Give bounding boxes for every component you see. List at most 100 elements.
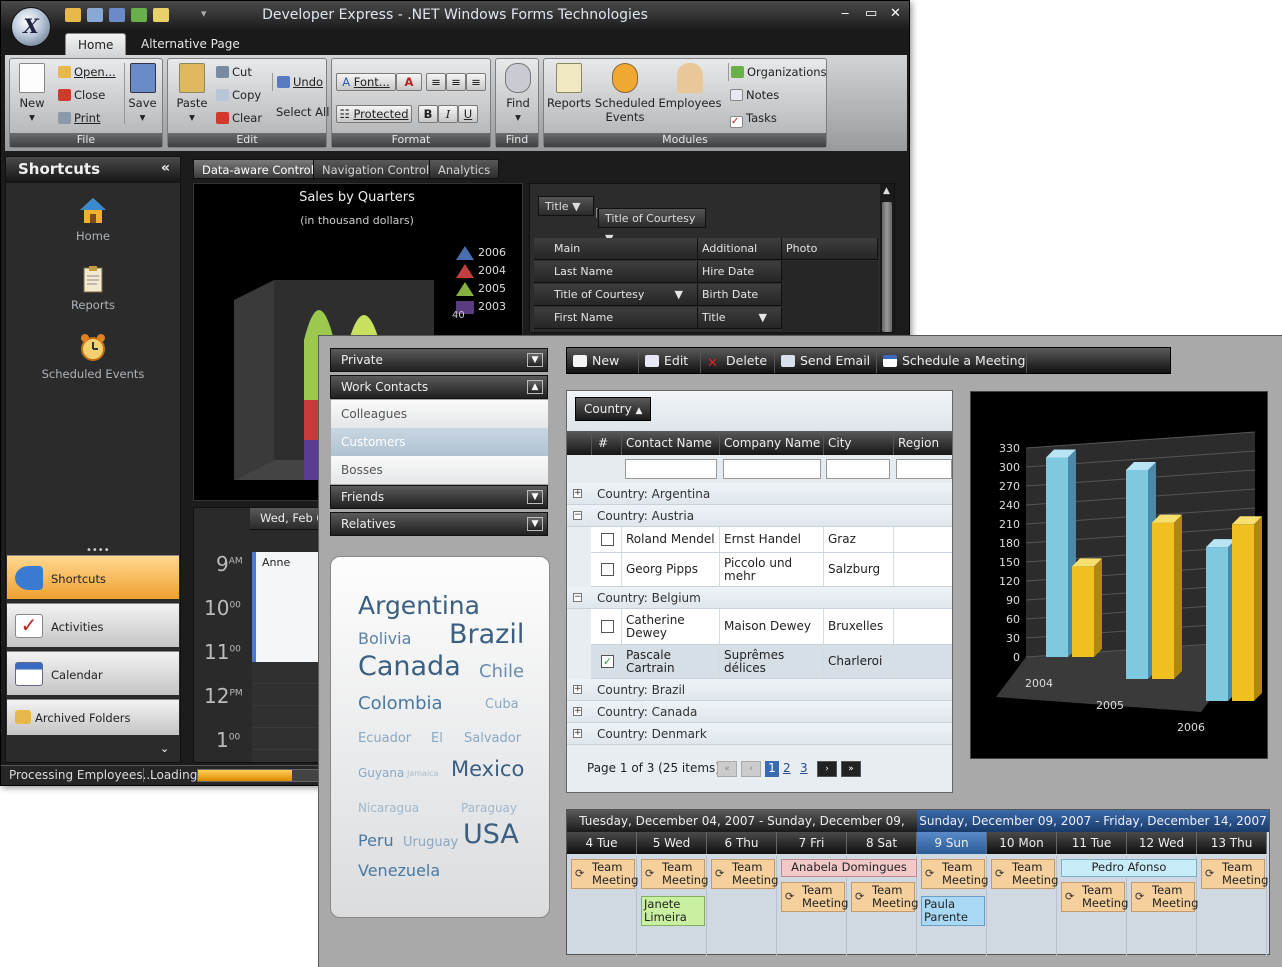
copy-button[interactable]: Copy: [216, 86, 261, 104]
paste-button[interactable]: Paste ▾: [172, 63, 212, 124]
item-customers[interactable]: Customers: [331, 428, 548, 456]
day-header-5[interactable]: 9 Sun: [917, 832, 987, 854]
field-hire-date[interactable]: Hire Date: [698, 261, 782, 283]
day-header-7[interactable]: 11 Tue: [1057, 832, 1127, 854]
day-header-3[interactable]: 7 Fri: [777, 832, 847, 854]
italic-button[interactable]: I: [438, 105, 458, 123]
scrollbar-thumb[interactable]: [882, 202, 892, 332]
clear-button[interactable]: Clear: [216, 109, 262, 127]
field-last-name[interactable]: Last Name: [534, 261, 698, 283]
collapse-icon[interactable]: −: [573, 593, 582, 602]
day-header-1[interactable]: 5 Wed: [637, 832, 707, 854]
data-row[interactable]: Roland Mendel Ernst Handel Graz: [591, 527, 952, 553]
underline-button[interactable]: U: [458, 105, 478, 123]
appointment-team-meeting[interactable]: ⟳ Team Meeting: [571, 859, 638, 889]
align-left-icon[interactable]: ≡: [426, 73, 446, 91]
undo-button[interactable]: Undo: [272, 73, 323, 91]
filter-company-name[interactable]: [723, 459, 821, 479]
chevron-up-icon[interactable]: ▲: [527, 380, 543, 394]
tag-canada[interactable]: Canada: [358, 651, 461, 682]
group-row-canada[interactable]: + Country: Canada: [567, 701, 952, 723]
new-button[interactable]: New ▾: [14, 63, 50, 124]
day-header-9[interactable]: 13 Thu: [1197, 832, 1267, 854]
nav-group-shortcuts[interactable]: Shortcuts: [7, 555, 179, 599]
appointment-team-meeting[interactable]: ⟳ Team Meeting: [1201, 859, 1268, 889]
data-row-selected[interactable]: ✓ Pascale Cartrain Suprêmes délices Char…: [591, 645, 952, 679]
appointment-team-meeting[interactable]: ⟳ Team Meeting: [1061, 882, 1128, 912]
chevron-down-icon[interactable]: ▼: [527, 490, 543, 504]
maximize-icon[interactable]: ▭: [865, 6, 877, 21]
title-filter-button[interactable]: Title ▼: [538, 196, 594, 216]
column-city[interactable]: City: [823, 431, 893, 455]
page-1[interactable]: 1: [765, 761, 779, 777]
appointment-team-meeting[interactable]: ⟳ Team Meeting: [781, 882, 848, 912]
expand-icon[interactable]: +: [573, 685, 582, 694]
nav-item-reports[interactable]: Reports: [6, 264, 180, 312]
prev-page-icon[interactable]: ‹: [741, 761, 761, 777]
last-page-icon[interactable]: »: [841, 761, 861, 777]
tab-home[interactable]: Home: [65, 33, 127, 55]
field-title-of-courtesy[interactable]: Title of Courtesy ▼: [534, 284, 698, 306]
tag-nicaragua[interactable]: Nicaragua: [358, 801, 419, 815]
chevron-down-icon[interactable]: ▼: [527, 517, 543, 531]
tab-alternative-page[interactable]: Alternative Page: [129, 33, 252, 55]
appointment-anne[interactable]: Anne: [252, 552, 322, 662]
scheduled-events-button[interactable]: Scheduled Events: [594, 63, 656, 124]
filter-city[interactable]: [826, 459, 890, 479]
nav-group-activities[interactable]: ✓ Activities: [7, 603, 179, 647]
row-checkbox-checked[interactable]: ✓: [601, 655, 614, 668]
group-row-denmark[interactable]: + Country: Denmark: [567, 723, 952, 745]
expand-icon[interactable]: +: [573, 707, 582, 716]
page-2[interactable]: 2: [783, 761, 791, 777]
day-header-8[interactable]: 12 Wed: [1127, 832, 1197, 854]
day-header-2[interactable]: 6 Thu: [707, 832, 777, 854]
group-friends[interactable]: Friends ▼: [330, 485, 548, 509]
minimize-icon[interactable]: ‒: [841, 6, 849, 21]
group-work-contacts[interactable]: Work Contacts ▲: [330, 375, 548, 399]
column-company-name[interactable]: Company Name: [719, 431, 823, 455]
appointment-team-meeting[interactable]: ⟳ Team Meeting: [991, 859, 1058, 889]
row-checkbox[interactable]: [601, 563, 614, 576]
item-bosses[interactable]: Bosses: [331, 456, 548, 484]
cut-button[interactable]: Cut: [216, 63, 252, 81]
delete-button[interactable]: ✕ Delete: [701, 348, 775, 373]
tag-usa[interactable]: USA: [463, 819, 519, 850]
send-email-button[interactable]: Send Email: [775, 348, 877, 373]
tag-guyana[interactable]: Guyana: [358, 766, 404, 780]
tag-paraguay[interactable]: Paraguay: [461, 801, 517, 815]
collapse-icon[interactable]: −: [573, 511, 582, 520]
tag-el[interactable]: El: [431, 731, 443, 746]
group-row-austria[interactable]: − Country: Austria: [567, 505, 952, 527]
tag-jamaica[interactable]: Jamaica: [407, 769, 438, 778]
data-row[interactable]: Georg Pipps Piccolo und mehr Salzburg: [591, 553, 952, 587]
data-row[interactable]: Catherine Dewey Maison Dewey Bruxelles: [591, 609, 952, 645]
group-row-belgium[interactable]: − Country: Belgium: [567, 587, 952, 609]
appointment-pedro-afonso[interactable]: Pedro Afonso: [1061, 859, 1197, 877]
reports-button[interactable]: Reports: [546, 63, 592, 110]
align-right-icon[interactable]: ≡: [466, 73, 486, 91]
close-button[interactable]: Close: [58, 86, 105, 104]
tag-cuba[interactable]: Cuba: [485, 697, 519, 712]
appointment-team-meeting[interactable]: ⟳ Team Meeting: [1131, 882, 1198, 912]
tag-ecuador[interactable]: Ecuador: [358, 731, 411, 746]
expand-icon[interactable]: +: [573, 729, 582, 738]
chevron-down-icon[interactable]: ▼: [527, 353, 543, 367]
tag-argentina[interactable]: Argentina: [358, 591, 480, 620]
tag-mexico[interactable]: Mexico: [451, 757, 524, 781]
expand-icon[interactable]: +: [573, 489, 582, 498]
column-region[interactable]: Region: [893, 431, 952, 455]
row-checkbox[interactable]: [601, 533, 614, 546]
nav-item-home[interactable]: Home: [6, 195, 180, 243]
application-button[interactable]: X: [11, 7, 51, 47]
tag-brazil[interactable]: Brazil: [449, 619, 524, 650]
group-row-argentina[interactable]: + Country: Argentina: [567, 483, 952, 505]
vertical-scrollbar[interactable]: ▲: [880, 184, 894, 332]
tag-venezuela[interactable]: Venezuela: [358, 861, 440, 880]
tag-salvador[interactable]: Salvador: [464, 731, 521, 746]
tag-chile[interactable]: Chile: [479, 661, 524, 682]
organizations-button[interactable]: Organizations: [728, 63, 827, 81]
tab-navigation-controls[interactable]: Navigation Controls: [313, 159, 445, 179]
collapse-icon[interactable]: «: [161, 160, 170, 176]
nav-group-calendar[interactable]: Calendar: [7, 651, 179, 695]
close-icon[interactable]: ✕: [890, 6, 901, 21]
